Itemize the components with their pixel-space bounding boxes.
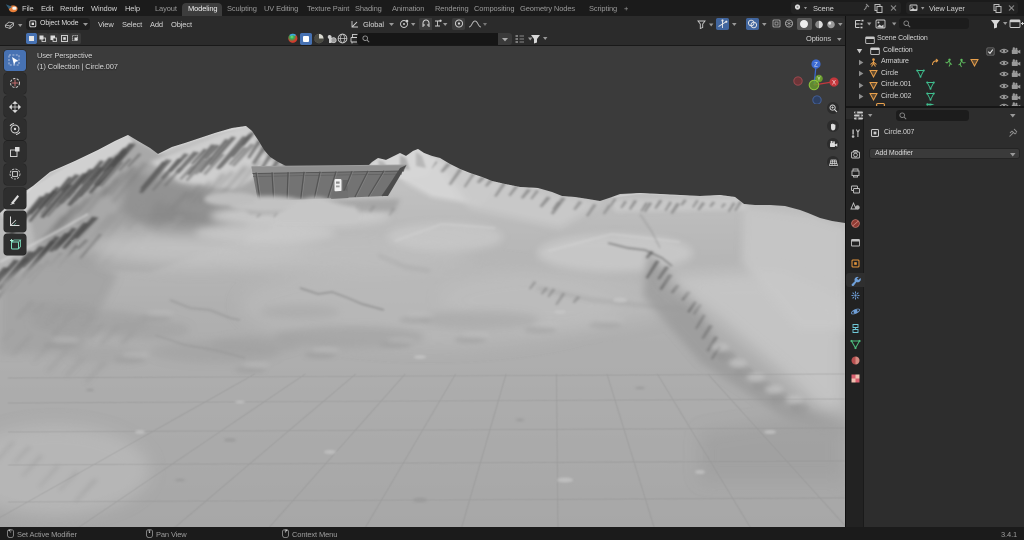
svg-text:Z: Z (814, 62, 818, 68)
svg-text:X: X (832, 80, 836, 86)
